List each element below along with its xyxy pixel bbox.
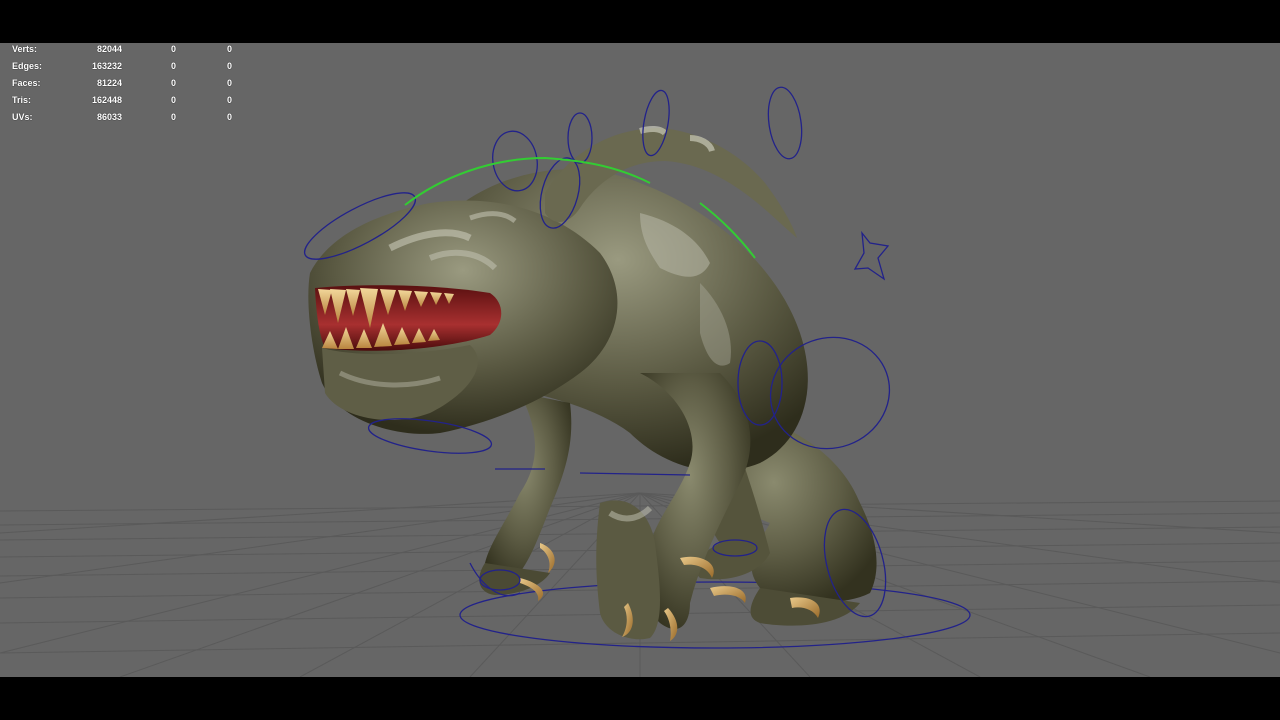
hud-selected-value: 0	[170, 44, 176, 54]
tail-tip-control[interactable]	[853, 230, 890, 281]
hud-total-value: 82044	[96, 44, 122, 54]
hud-total-value: 81224	[96, 78, 122, 88]
hud-component-value: 0	[226, 95, 232, 105]
hud-label: Faces:	[12, 78, 41, 88]
3d-viewport[interactable]: Verts: 82044 0 0 Edges: 163232 0 0 Faces…	[0, 43, 1280, 677]
hud-label: Tris:	[12, 95, 32, 105]
hud-label: Edges:	[12, 61, 43, 71]
hud-component-value: 0	[226, 112, 232, 122]
hud-row-verts: Verts: 82044 0 0	[12, 43, 232, 60]
hud-row-faces: Faces: 81224 0 0	[12, 77, 232, 94]
hud-label: UVs:	[12, 112, 33, 122]
letterbox-bottom	[0, 677, 1280, 720]
hud-selected-value: 0	[170, 95, 176, 105]
hud-total-value: 163232	[91, 61, 122, 71]
creature-left-arm[interactable]	[479, 393, 572, 595]
hud-row-uvs: UVs: 86033 0 0	[12, 111, 232, 128]
hud-selected-value: 0	[170, 112, 176, 122]
hud-total-value: 162448	[91, 95, 122, 105]
hud-selected-value: 0	[170, 78, 176, 88]
hud-component-value: 0	[226, 61, 232, 71]
hud-row-tris: Tris: 162448 0 0	[12, 94, 232, 111]
hud-selected-value: 0	[170, 61, 176, 71]
hud-row-edges: Edges: 163232 0 0	[12, 60, 232, 77]
tail-control-3[interactable]	[764, 85, 806, 161]
hud-component-value: 0	[226, 44, 232, 54]
hud-component-value: 0	[226, 78, 232, 88]
letterbox-top	[0, 0, 1280, 43]
hud-label: Verts:	[12, 44, 38, 54]
poly-count-hud: Verts: 82044 0 0 Edges: 163232 0 0 Faces…	[12, 43, 232, 128]
hud-total-value: 86033	[96, 112, 122, 122]
viewport-scene[interactable]	[0, 43, 1280, 677]
